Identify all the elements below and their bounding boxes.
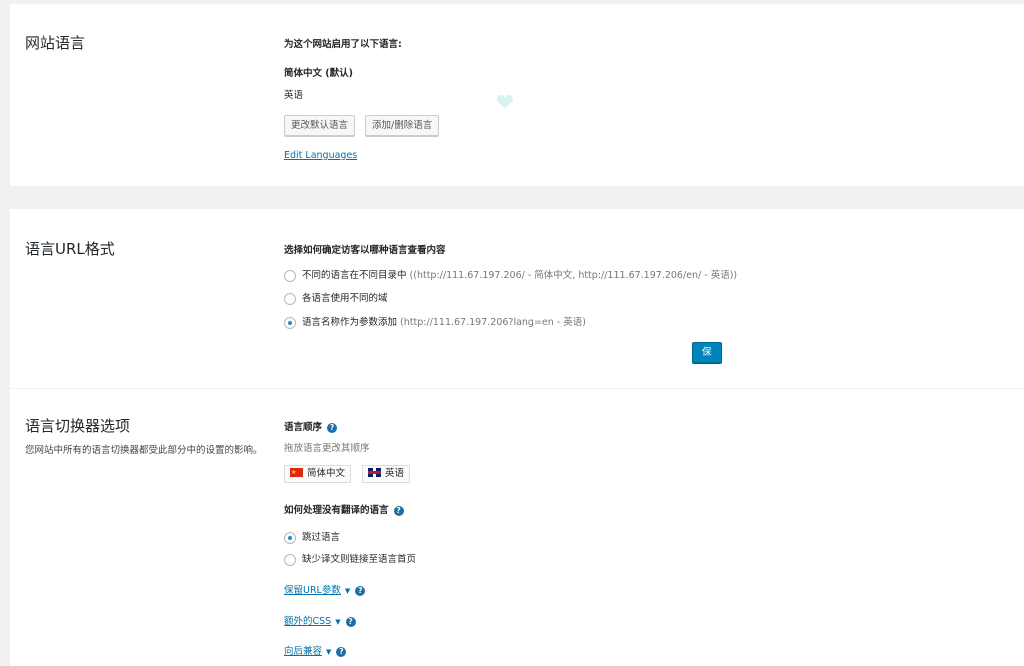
untranslated-option-label: 缺少译文则链接至语言首页: [302, 554, 417, 565]
url-option-label: 语言名称作为参数添加: [302, 317, 398, 328]
language-switcher-description: 您网站中所有的语言切换器都受此部分中的设置的影响。: [25, 445, 263, 456]
language-switcher-panel: 语言切换器选项 您网站中所有的语言切换器都受此部分中的设置的影响。 语言顺序? …: [10, 389, 1024, 666]
backward-compat-expander[interactable]: 向后兼容 ▼?: [284, 643, 347, 657]
site-languages-panel: 网站语言 为这个网站启用了以下语言: 简体中文 (默认) 英语 更改默认语言 添…: [10, 4, 1024, 186]
untranslated-heading: 如何处理没有翻译的语言?: [284, 502, 404, 516]
language-switcher-title: 语言切换器选项: [25, 417, 131, 435]
extra-css-expander[interactable]: 额外的CSS ▼?: [284, 613, 356, 627]
url-format-heading: 选择如何确定访客以哪种语言查看内容: [284, 245, 446, 256]
extra-css-link[interactable]: 额外的CSS: [284, 616, 331, 627]
change-default-language-button[interactable]: 更改默认语言: [284, 115, 356, 136]
enabled-languages-heading: 为这个网站启用了以下语言:: [284, 39, 402, 50]
help-icon[interactable]: ?: [345, 617, 356, 627]
url-option-hint: ((http://111.67.197.206/ - 简体中文, http://…: [409, 270, 738, 281]
heart-icon: [497, 95, 513, 108]
url-format-panel: 语言URL格式 选择如何确定访客以哪种语言查看内容 不同的语言在不同目录中 ((…: [10, 209, 1024, 388]
untranslated-option-label: 跳过语言: [302, 532, 341, 543]
caret-down-icon[interactable]: ▼: [345, 587, 350, 595]
language-order-item-english[interactable]: 英语: [362, 465, 411, 483]
url-option-label: 不同的语言在不同目录中: [302, 270, 407, 281]
caret-down-icon[interactable]: ▼: [326, 648, 331, 656]
backward-compat-link[interactable]: 向后兼容: [284, 646, 322, 657]
help-icon[interactable]: ?: [336, 647, 347, 657]
language-item: 英语: [284, 90, 304, 101]
radio-button-checked[interactable]: [284, 532, 296, 544]
caret-down-icon[interactable]: ▼: [335, 618, 340, 626]
language-name: 英语: [385, 468, 405, 479]
help-icon[interactable]: ?: [327, 423, 338, 433]
url-option-hint: (http://111.67.197.206?lang=en - 英语): [400, 317, 586, 328]
gb-flag-icon: [368, 468, 381, 477]
url-format-title: 语言URL格式: [25, 240, 115, 258]
language-item-default: 简体中文 (默认): [284, 68, 353, 79]
edit-languages-link[interactable]: Edit Languages: [284, 150, 357, 161]
radio-button[interactable]: [284, 554, 296, 566]
radio-button[interactable]: [284, 293, 296, 305]
add-remove-language-button[interactable]: 添加/删除语言: [365, 115, 440, 136]
keep-url-params-link[interactable]: 保留URL参数: [284, 585, 341, 596]
site-languages-title: 网站语言: [25, 34, 86, 52]
radio-button[interactable]: [284, 270, 296, 282]
cn-flag-icon: [290, 468, 303, 477]
keep-url-params-expander[interactable]: 保留URL参数 ▼?: [284, 582, 366, 596]
help-icon[interactable]: ?: [355, 586, 366, 596]
url-option-label: 各语言使用不同的域: [302, 293, 388, 304]
language-order-heading: 语言顺序?: [284, 419, 338, 433]
language-order-item-chinese[interactable]: 简体中文: [284, 465, 352, 483]
help-icon[interactable]: ?: [393, 506, 404, 516]
language-order-label: 语言顺序: [284, 422, 323, 433]
save-button[interactable]: 保存: [692, 342, 722, 377]
radio-button-checked[interactable]: [284, 317, 296, 329]
untranslated-label: 如何处理没有翻译的语言: [284, 505, 389, 516]
language-name: 简体中文: [307, 468, 346, 479]
language-order-hint: 拖放语言更改其顺序: [284, 443, 370, 454]
